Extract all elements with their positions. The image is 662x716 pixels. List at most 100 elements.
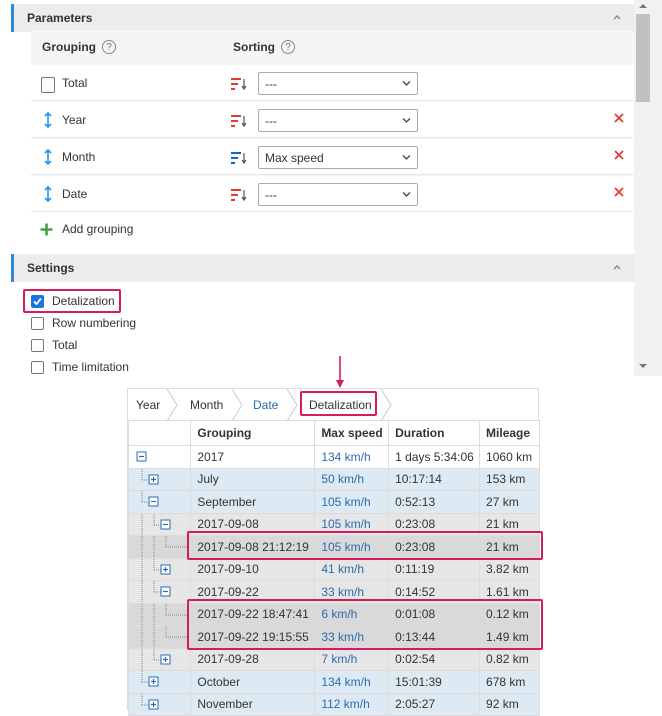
grouping-row-year[interactable]: Year --- xyxy=(31,102,633,138)
table-header-row: Grouping Max speed Duration Mileage xyxy=(127,420,540,446)
sort-desc-icon[interactable] xyxy=(231,151,247,165)
expand-icon[interactable] xyxy=(160,654,171,664)
add-grouping-label: Add grouping xyxy=(62,222,134,236)
sort-select[interactable]: Max speed xyxy=(258,146,418,169)
sort-select[interactable]: --- xyxy=(258,109,418,132)
add-grouping-button[interactable]: Add grouping xyxy=(40,222,133,236)
chevron-right-icon xyxy=(166,389,178,421)
table-row[interactable]: July 50 km/h 10:17:14 153 km xyxy=(127,467,540,491)
breadcrumb-year[interactable]: Year xyxy=(136,389,160,421)
remove-grouping-icon[interactable] xyxy=(613,112,625,124)
sort-desc-icon[interactable] xyxy=(231,188,247,202)
grouping-name: Date xyxy=(62,187,88,201)
collapse-icon[interactable] xyxy=(160,519,171,529)
tree-lines xyxy=(141,648,171,671)
scroll-thumb[interactable] xyxy=(636,14,650,102)
table-row[interactable]: 2017 134 km/h 1 days 5:34:06 1060 km xyxy=(127,445,540,469)
breadcrumb-date[interactable]: Date xyxy=(253,389,278,421)
table-row[interactable]: September 105 km/h 0:52:13 27 km xyxy=(127,490,540,514)
help-icon[interactable]: ? xyxy=(102,40,116,54)
tree-cell xyxy=(127,467,192,491)
breadcrumb-month[interactable]: Month xyxy=(190,389,223,421)
column-header[interactable]: Grouping xyxy=(190,420,316,446)
chevron-up-icon[interactable] xyxy=(612,12,622,22)
collapse-icon[interactable] xyxy=(136,451,147,462)
max-speed-cell[interactable]: 134 km/h xyxy=(314,670,390,694)
mileage-cell: 27 km xyxy=(479,490,540,514)
collapse-icon[interactable] xyxy=(148,496,159,507)
drag-handle-icon[interactable] xyxy=(41,186,55,202)
tree-lines xyxy=(141,671,159,687)
collapse-icon[interactable] xyxy=(160,586,171,597)
row-numbering-checkbox[interactable] xyxy=(31,316,44,330)
grouping-cell: 2017 xyxy=(190,445,316,469)
remove-grouping-icon[interactable] xyxy=(613,186,625,198)
help-icon[interactable]: ? xyxy=(281,40,295,54)
grouping-name: Total xyxy=(62,76,88,90)
highlight-box xyxy=(187,599,543,650)
expand-icon[interactable] xyxy=(148,474,159,484)
chevron-up-icon[interactable] xyxy=(612,262,622,272)
max-speed-cell[interactable]: 50 km/h xyxy=(314,467,390,491)
duration-cell: 10:17:14 xyxy=(388,467,481,491)
tree-lines xyxy=(141,491,159,507)
tree-cell xyxy=(127,490,192,514)
setting-time-limitation[interactable]: Time limitation xyxy=(31,360,129,374)
sorting-label: Sorting xyxy=(233,40,275,54)
expand-icon[interactable] xyxy=(160,564,171,574)
mileage-cell: 0.82 km xyxy=(479,647,540,671)
setting-label: Row numbering xyxy=(52,316,137,330)
chevron-down-icon xyxy=(402,118,411,123)
total-grouping-checkbox[interactable] xyxy=(41,77,55,93)
tree-cell xyxy=(127,445,192,469)
mileage-cell: 1060 km xyxy=(479,445,540,469)
sort-desc-icon[interactable] xyxy=(231,114,247,128)
setting-row-numbering[interactable]: Row numbering xyxy=(31,316,136,330)
total-checkbox[interactable] xyxy=(31,338,44,352)
table-row[interactable]: November 112 km/h 2:05:27 92 km xyxy=(127,692,540,716)
grouping-header: Grouping ? xyxy=(42,40,116,54)
tree-lines xyxy=(141,581,171,603)
column-header[interactable]: Duration xyxy=(388,420,481,446)
settings-section-header[interactable]: Settings xyxy=(11,254,634,282)
duration-cell: 2:05:27 xyxy=(388,692,481,716)
grouping-row-date[interactable]: Date --- xyxy=(31,176,633,212)
chevron-right-icon xyxy=(231,389,243,421)
column-header[interactable]: Mileage xyxy=(479,420,540,446)
grouping-row-month[interactable]: Month Max speed xyxy=(31,139,633,175)
sort-desc-icon[interactable] xyxy=(231,77,247,91)
max-speed-cell[interactable]: 41 km/h xyxy=(314,557,390,581)
expand-icon[interactable] xyxy=(148,676,159,687)
setting-total[interactable]: Total xyxy=(31,338,77,352)
max-speed-cell[interactable]: 105 km/h xyxy=(314,490,390,514)
tree-cell xyxy=(127,670,192,694)
tree-lines xyxy=(141,603,187,626)
grouping-cell: July xyxy=(190,467,316,491)
sort-select[interactable]: --- xyxy=(258,72,418,95)
expand-icon[interactable] xyxy=(148,699,159,709)
scroll-up-icon[interactable] xyxy=(638,2,648,10)
grouping-row-total: Total --- xyxy=(31,65,633,101)
max-speed-cell[interactable]: 112 km/h xyxy=(314,692,390,716)
table-row[interactable]: 2017-09-10 41 km/h 0:11:19 3.82 km xyxy=(127,557,540,581)
max-speed-cell[interactable]: 134 km/h xyxy=(314,445,390,469)
parameters-section-header[interactable]: Parameters xyxy=(11,4,634,32)
scroll-down-icon[interactable] xyxy=(638,362,648,370)
sort-select[interactable]: --- xyxy=(258,183,418,206)
sort-select-value: Max speed xyxy=(265,151,324,165)
column-header[interactable]: Max speed xyxy=(314,420,390,446)
grouping-cell: November xyxy=(190,692,316,716)
vertical-scrollbar[interactable] xyxy=(634,0,662,376)
highlight-box xyxy=(23,289,121,313)
drag-handle-icon[interactable] xyxy=(41,112,55,128)
remove-grouping-icon[interactable] xyxy=(613,149,625,161)
table-row[interactable]: October 134 km/h 15:01:39 678 km xyxy=(127,670,540,694)
drag-handle-icon[interactable] xyxy=(41,149,55,165)
tree-lines xyxy=(141,626,187,648)
time-limitation-checkbox[interactable] xyxy=(31,360,44,374)
max-speed-cell[interactable]: 7 km/h xyxy=(314,647,390,671)
duration-cell: 0:02:54 xyxy=(388,647,481,671)
table-row[interactable]: 2017-09-28 7 km/h 0:02:54 0.82 km xyxy=(127,647,540,671)
grouping-cell: September xyxy=(190,490,316,514)
breadcrumb: Year Month Date Detalization xyxy=(128,389,540,421)
